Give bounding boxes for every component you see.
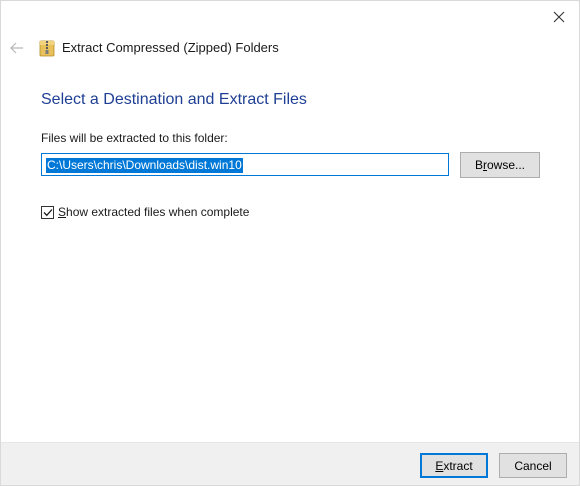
zip-folder-icon xyxy=(39,40,55,57)
extract-label-rest: xtract xyxy=(443,458,473,473)
destination-label: Files will be extracted to this folder: xyxy=(41,131,228,145)
show-files-label: Show extracted files when complete xyxy=(58,205,249,219)
checkmark-icon xyxy=(43,208,52,216)
show-files-label-rest: how extracted files when complete xyxy=(66,205,250,219)
back-button[interactable] xyxy=(7,38,27,58)
show-files-option[interactable]: Show extracted files when complete xyxy=(41,205,249,219)
show-files-checkbox[interactable] xyxy=(41,205,54,219)
dialog-footer xyxy=(1,442,579,485)
extract-label-mnemonic: E xyxy=(435,458,444,473)
cancel-label: Cancel xyxy=(514,458,552,473)
show-files-mnemonic: S xyxy=(58,205,67,219)
close-icon xyxy=(553,11,565,23)
destination-path-value: C:\Users\chris\Downloads\dist.win10 xyxy=(46,158,243,173)
destination-path-input[interactable]: C:\Users\chris\Downloads\dist.win10 xyxy=(41,153,449,176)
browse-button[interactable]: Br owse... xyxy=(460,152,540,178)
dialog-title: Extract Compressed (Zipped) Folders xyxy=(62,40,279,55)
cancel-button[interactable]: Cancel xyxy=(499,453,567,478)
extract-button[interactable]: Extract xyxy=(420,453,488,478)
close-button[interactable] xyxy=(541,3,577,31)
back-arrow-icon xyxy=(10,42,23,54)
extract-dialog-window: Extract Compressed (Zipped) Folders Sele… xyxy=(0,0,580,486)
browse-label-prefix: B xyxy=(474,158,483,172)
page-heading: Select a Destination and Extract Files xyxy=(41,91,307,108)
browse-label-suffix: owse... xyxy=(487,158,526,172)
